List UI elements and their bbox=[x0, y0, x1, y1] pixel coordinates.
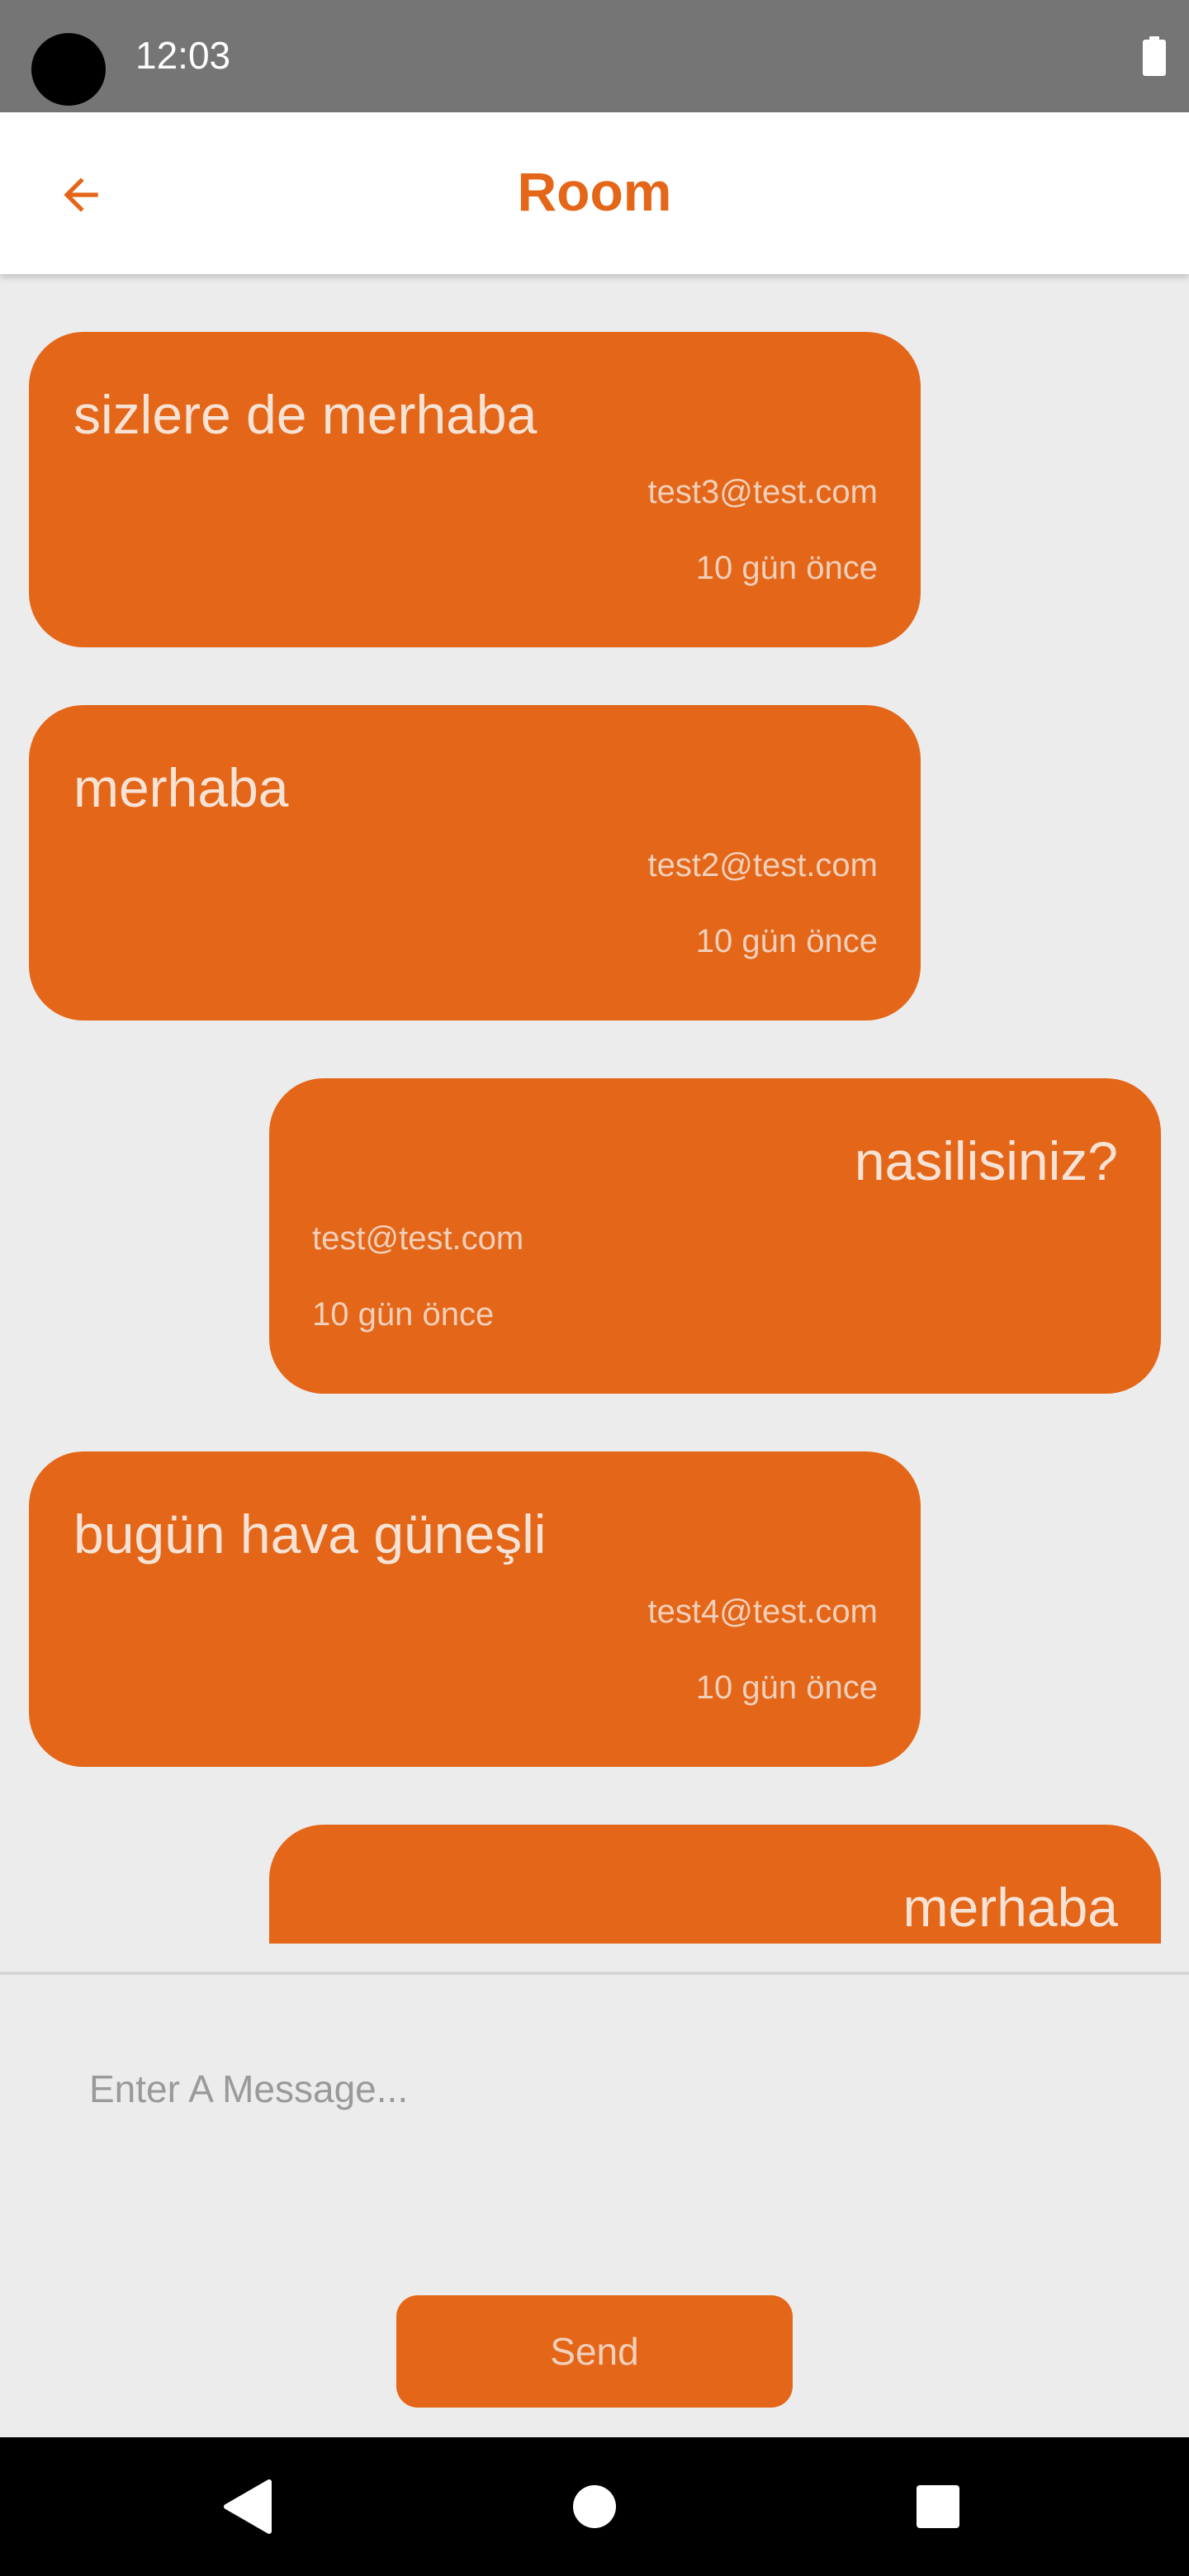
message-bubble: merhaba bbox=[269, 1825, 1161, 1944]
message-sender: test2@test.com bbox=[647, 847, 878, 883]
nav-recents-icon bbox=[917, 2485, 959, 2528]
message-input[interactable] bbox=[89, 2048, 1097, 2130]
status-time: 12:03 bbox=[135, 34, 231, 77]
message-time: 10 gün önce bbox=[695, 1669, 878, 1706]
message-list[interactable]: sizlere de merhaba test3@test.com 10 gün… bbox=[0, 274, 1189, 1944]
nav-recents-button[interactable] bbox=[895, 2464, 981, 2550]
camera-cutout bbox=[31, 33, 106, 106]
message-text: merhaba bbox=[73, 757, 289, 818]
nav-back-button[interactable] bbox=[206, 2464, 292, 2550]
nav-home-icon bbox=[573, 2485, 616, 2528]
message-bubble: bugün hava güneşli test4@test.com 10 gün… bbox=[29, 1451, 921, 1767]
status-bar: 12:03 bbox=[0, 0, 1189, 112]
nav-back-icon bbox=[224, 2479, 272, 2534]
divider bbox=[0, 1972, 1189, 1975]
message-text: merhaba bbox=[902, 1877, 1119, 1938]
message-sender: test@test.com bbox=[312, 1220, 524, 1257]
message-sender: test3@test.com bbox=[647, 474, 878, 510]
chat-room-screen: 12:03 Room sizlere de merhaba test3@test… bbox=[0, 0, 1189, 2576]
message-time: 10 gün önce bbox=[695, 923, 878, 959]
battery-icon bbox=[1143, 36, 1166, 76]
message-text: sizlere de merhaba bbox=[73, 384, 538, 445]
app-bar: Room bbox=[0, 112, 1189, 274]
message-bubble: merhaba test2@test.com 10 gün önce bbox=[29, 705, 921, 1020]
message-bubble: sizlere de merhaba test3@test.com 10 gün… bbox=[29, 332, 921, 647]
message-text: bugün hava güneşli bbox=[73, 1503, 547, 1565]
message-text: nasilisiniz? bbox=[854, 1130, 1118, 1191]
message-bubble: nasilisiniz? test@test.com 10 gün önce bbox=[269, 1078, 1161, 1394]
nav-home-button[interactable] bbox=[552, 2464, 637, 2550]
system-nav-bar bbox=[0, 2437, 1189, 2576]
send-button[interactable]: Send bbox=[396, 2295, 793, 2408]
message-sender: test4@test.com bbox=[647, 1593, 878, 1630]
message-time: 10 gün önce bbox=[695, 550, 878, 586]
message-time: 10 gün önce bbox=[312, 1296, 495, 1333]
page-title: Room bbox=[517, 161, 672, 222]
